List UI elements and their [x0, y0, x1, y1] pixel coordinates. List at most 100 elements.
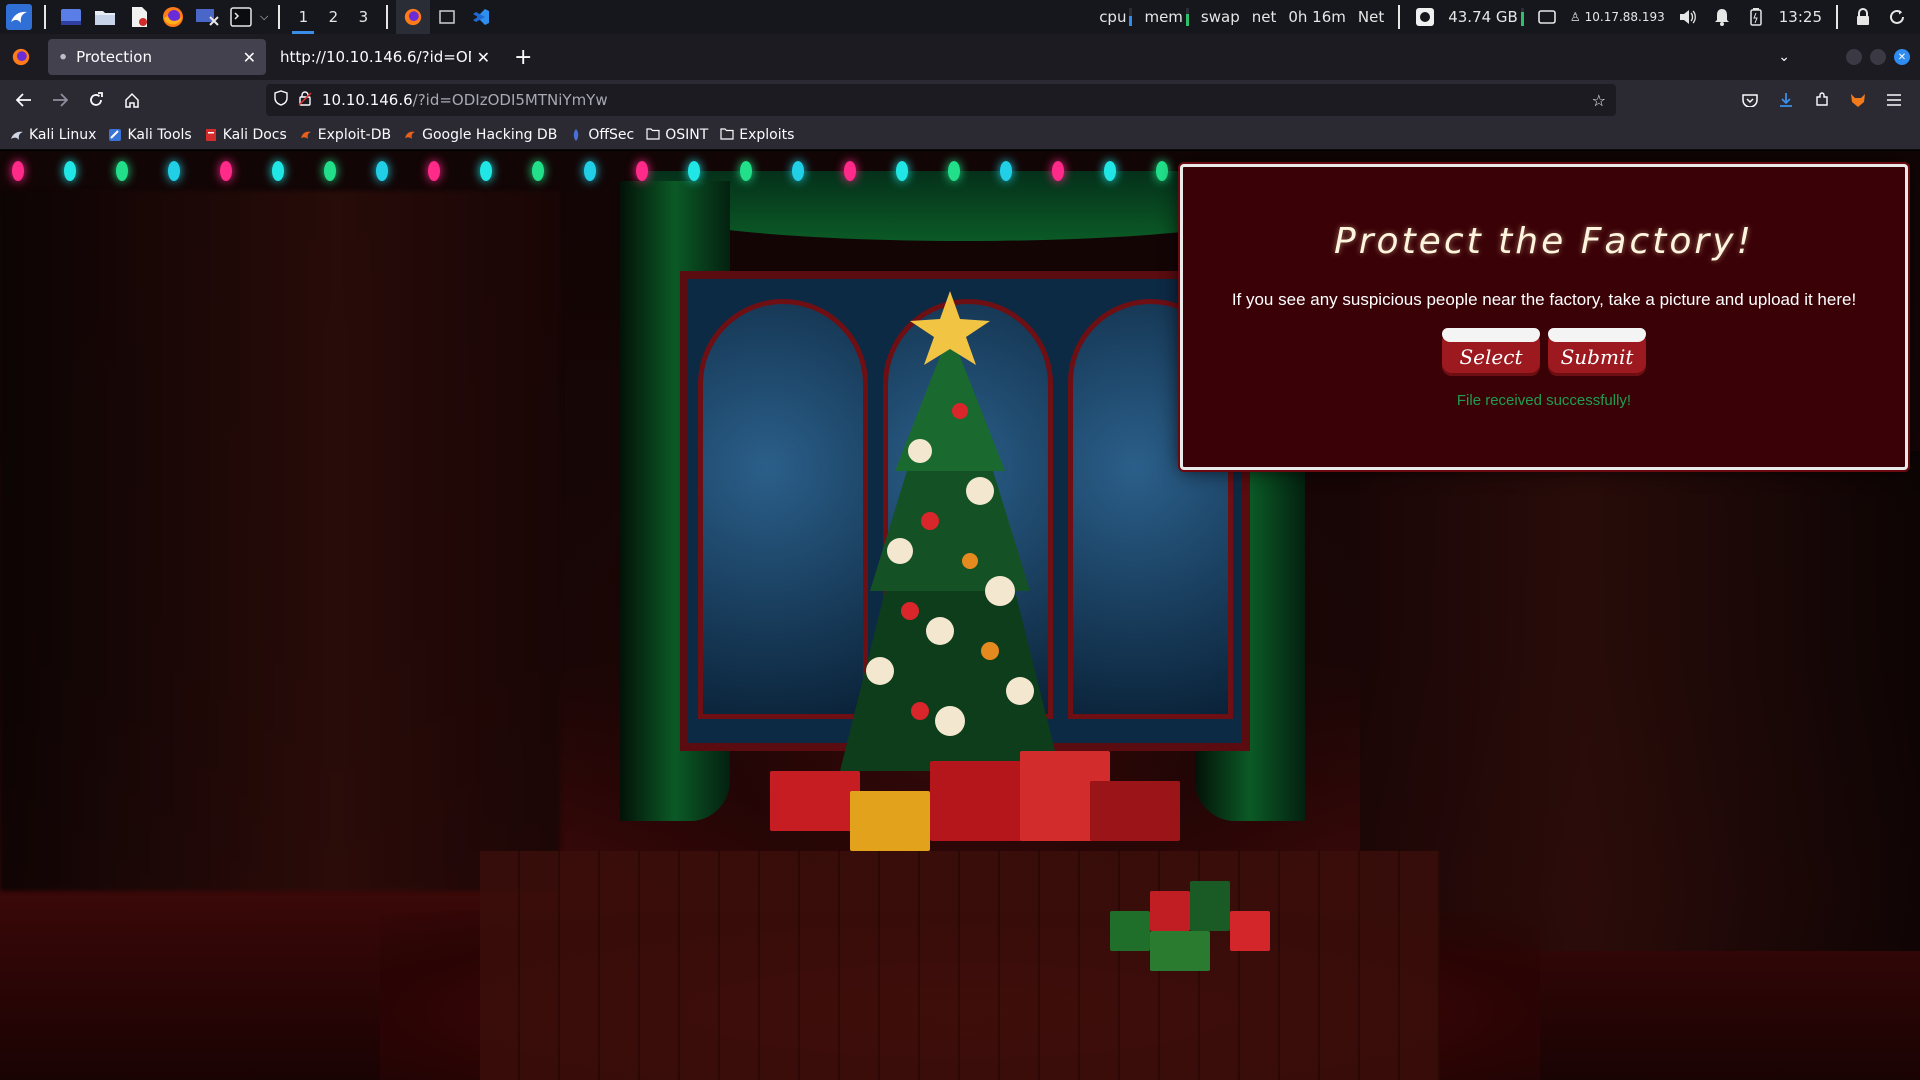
bookmark-kali-tools[interactable]: Kali Tools	[108, 126, 192, 143]
clock[interactable]: 13:25	[1779, 8, 1822, 26]
lock-icon[interactable]	[1851, 5, 1875, 29]
taskbar-firefox-icon[interactable]	[396, 0, 431, 34]
light-bulb	[792, 161, 804, 181]
bookmark-label: Kali Linux	[29, 126, 97, 143]
firefox-view-icon[interactable]	[8, 44, 34, 70]
url-path: /?id=ODIzODI5MTNiYmYw	[412, 91, 608, 109]
tab-url[interactable]: http://10.10.146.6/?id=ODIzO ✕	[270, 39, 500, 75]
toy-block	[1150, 931, 1210, 971]
panel-right-area: cpu mem swap net 0h 16m Net 43.74 GB ♙ 1…	[1093, 0, 1920, 34]
bookmark-exploit-db[interactable]: Exploit-DB	[299, 127, 391, 143]
light-bulb	[116, 161, 128, 181]
mem-label: mem	[1144, 8, 1183, 26]
kali-menu-icon[interactable]	[6, 4, 32, 30]
shield-icon[interactable]	[274, 90, 288, 110]
net-speed-label: Net	[1357, 8, 1385, 26]
background-wall-right	[1360, 451, 1920, 951]
tab-protection[interactable]: ⚫ Protection ✕	[48, 39, 266, 75]
hamburger-menu-icon[interactable]	[1876, 84, 1912, 116]
gift-box	[850, 791, 930, 851]
light-bulb	[636, 161, 648, 181]
downloads-icon[interactable]	[1768, 84, 1804, 116]
workspace-1[interactable]: 1	[288, 0, 318, 34]
forward-button[interactable]	[42, 84, 78, 116]
light-bulb	[1104, 161, 1116, 181]
new-tab-button[interactable]: +	[514, 45, 532, 70]
disk-icon[interactable]	[1413, 5, 1437, 29]
panel-separator	[278, 5, 281, 29]
taskbar-window-icon[interactable]	[430, 0, 464, 34]
notification-bell-icon[interactable]	[1710, 5, 1734, 29]
pocket-icon[interactable]	[1732, 84, 1768, 116]
workspace-label: 2	[328, 8, 339, 26]
vpn-ip[interactable]: ♙ 10.17.88.193	[1570, 10, 1665, 24]
power-refresh-icon[interactable]	[1885, 5, 1909, 29]
net-speed-monitor[interactable]: Net	[1358, 8, 1384, 26]
battery-icon[interactable]	[1744, 5, 1768, 29]
bookmark-offsec[interactable]: OffSec	[569, 127, 634, 143]
light-bulb	[480, 161, 492, 181]
chevron-down-icon[interactable]: ⌵	[260, 10, 268, 24]
bookmark-osint[interactable]: OSINT	[646, 127, 708, 143]
text-editor-icon[interactable]	[126, 4, 152, 30]
workspace-2[interactable]: 2	[318, 0, 348, 34]
terminal-icon[interactable]	[228, 4, 254, 30]
home-button[interactable]	[114, 84, 150, 116]
workspace-3[interactable]: 3	[348, 0, 378, 34]
taskbar-vscode-icon[interactable]	[464, 0, 498, 34]
select-file-button[interactable]: Select	[1442, 328, 1540, 376]
browser-nav-bar: 10.10.146.6/?id=ODIzODI5MTNiYmYw ☆	[0, 80, 1920, 120]
disk-usage-label: 43.74 GB	[1448, 8, 1518, 26]
bookmark-label: Kali Tools	[127, 126, 192, 143]
show-desktop-icon[interactable]	[58, 4, 84, 30]
insecure-lock-icon[interactable]	[298, 90, 312, 110]
panel-separator	[386, 5, 389, 29]
bookmark-google-hacking-db[interactable]: Google Hacking DB	[403, 127, 557, 143]
string-lights	[0, 151, 1180, 191]
close-window-button[interactable]: ✕	[1894, 49, 1910, 65]
screen-share-icon[interactable]	[194, 4, 220, 30]
firefox-launcher-icon[interactable]	[160, 4, 186, 30]
bookmark-star-icon[interactable]: ☆	[1592, 91, 1606, 110]
volume-icon[interactable]	[1676, 5, 1700, 29]
panel-separator	[44, 5, 46, 29]
cpu-monitor[interactable]: cpu	[1099, 8, 1133, 26]
light-bulb	[532, 161, 544, 181]
toy-blocks	[1110, 851, 1290, 991]
swap-monitor[interactable]: swap	[1201, 8, 1240, 26]
panel-separator	[1836, 5, 1838, 29]
light-bulb	[324, 161, 336, 181]
bookmark-label: OffSec	[588, 126, 635, 143]
file-manager-icon[interactable]	[92, 4, 118, 30]
mem-monitor[interactable]: mem	[1144, 8, 1189, 26]
bookmark-label: Kali Docs	[222, 126, 287, 143]
foxyproxy-icon[interactable]	[1840, 84, 1876, 116]
minimize-button[interactable]	[1846, 49, 1862, 65]
close-tab-icon[interactable]: ✕	[477, 48, 490, 67]
window-switch-icon[interactable]	[1535, 5, 1559, 29]
workspace-label: 3	[358, 8, 369, 26]
light-bulb	[64, 161, 76, 181]
toy-block	[1110, 911, 1150, 951]
bookmark-exploits[interactable]: Exploits	[720, 127, 794, 143]
reload-button[interactable]	[78, 84, 114, 116]
url-bar[interactable]: 10.10.146.6/?id=ODIzODI5MTNiYmYw ☆	[266, 84, 1616, 116]
maximize-button[interactable]	[1870, 49, 1886, 65]
list-all-tabs-icon[interactable]: ⌄	[1778, 49, 1790, 65]
net-monitor[interactable]: net	[1252, 8, 1277, 26]
panel-separator	[1398, 5, 1401, 29]
light-bulb	[12, 161, 24, 181]
button-row: Select Submit	[1183, 328, 1905, 376]
url-host: 10.10.146.6	[322, 91, 413, 109]
tab-favicon-icon: ⚫	[58, 50, 69, 64]
uptime-monitor: 0h 16m	[1288, 8, 1346, 26]
light-bulb	[428, 161, 440, 181]
back-button[interactable]	[6, 84, 42, 116]
submit-button[interactable]: Submit	[1548, 328, 1646, 376]
gift-box	[1090, 781, 1180, 841]
close-tab-icon[interactable]: ✕	[243, 48, 256, 67]
extensions-icon[interactable]	[1804, 84, 1840, 116]
bookmark-kali-docs[interactable]: Kali Docs	[204, 127, 287, 143]
bookmark-kali-linux[interactable]: Kali Linux	[10, 127, 96, 143]
ghdb-icon	[403, 128, 417, 142]
